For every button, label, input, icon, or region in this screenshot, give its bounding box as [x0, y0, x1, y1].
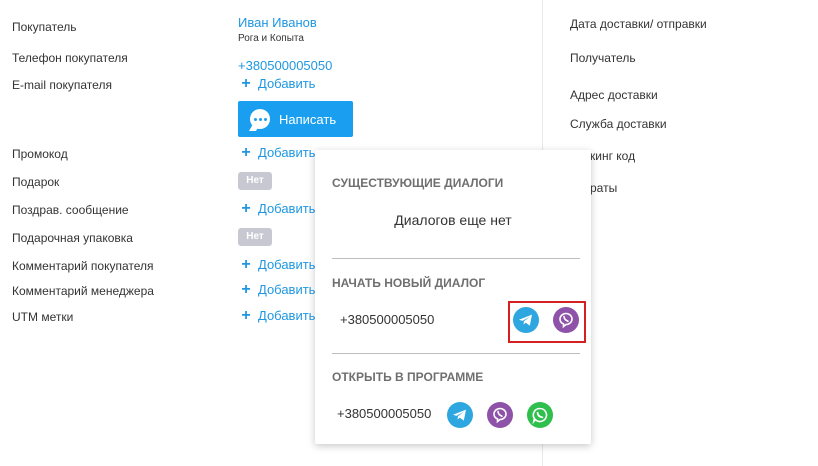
add-label: Добавить — [258, 145, 316, 160]
write-button-label: Написать — [279, 111, 337, 127]
label-recipient: Получатель — [570, 51, 636, 65]
add-label: Добавить — [258, 201, 316, 216]
plus-icon: + — [241, 306, 251, 324]
label-delivery-date: Дата доставки/ отправки — [570, 17, 707, 31]
existing-dialogs-title: СУЩЕСТВУЮЩИЕ ДИАЛОГИ — [332, 176, 504, 190]
label-costs: раты — [590, 181, 618, 195]
messenger-popup: СУЩЕСТВУЮЩИЕ ДИАЛОГИ Диалогов еще нет НА… — [315, 150, 591, 444]
add-promocode-button[interactable]: + Добавить — [238, 143, 316, 161]
add-email-button[interactable]: + Добавить — [238, 74, 316, 92]
plus-icon: + — [241, 280, 251, 298]
plus-icon: + — [241, 143, 251, 161]
write-button[interactable]: Написать — [238, 101, 353, 137]
label-buyer-email: E-mail покупателя — [12, 78, 112, 92]
buyer-name-link[interactable]: Иван Иванов — [238, 15, 317, 30]
label-delivery-address: Адрес доставки — [570, 88, 658, 102]
new-dialog-messengers-highlight — [508, 301, 586, 343]
whatsapp-icon[interactable] — [527, 402, 553, 428]
plus-icon: + — [241, 199, 251, 217]
label-delivery-service: Служба доставки — [570, 117, 667, 131]
label-gift-wrap: Подарочная упаковка — [12, 231, 133, 245]
add-label: Добавить — [258, 308, 316, 323]
open-in-app-phone: +380500005050 — [337, 406, 432, 421]
label-tracking-code: кинг код — [590, 149, 636, 163]
new-dialog-title: НАЧАТЬ НОВЫЙ ДИАЛОГ — [332, 276, 486, 290]
add-utm-button[interactable]: + Добавить — [238, 306, 316, 324]
label-utm: UTM метки — [12, 310, 74, 324]
label-buyer-comment: Комментарий покупателя — [12, 259, 154, 273]
add-buyer-comment-button[interactable]: + Добавить — [238, 255, 316, 273]
gift-status-badge[interactable]: Нет — [238, 172, 272, 190]
label-gift: Подарок — [12, 175, 60, 189]
label-promocode: Промокод — [12, 147, 68, 161]
popup-divider — [332, 258, 580, 259]
add-label: Добавить — [258, 282, 316, 297]
plus-icon: + — [241, 255, 251, 273]
label-manager-comment: Комментарий менеджера — [12, 284, 154, 298]
plus-icon: + — [241, 74, 251, 92]
buyer-phone-link[interactable]: +380500005050 — [238, 58, 332, 73]
viber-icon[interactable] — [487, 402, 513, 428]
buyer-company: Рога и Копыта — [238, 33, 304, 44]
label-buyer-phone: Телефон покупателя — [12, 51, 128, 65]
chat-bubble-icon — [250, 109, 270, 129]
gift-wrap-status-badge[interactable]: Нет — [238, 228, 272, 246]
add-label: Добавить — [258, 76, 316, 91]
telegram-icon[interactable] — [447, 402, 473, 428]
label-greeting: Поздрав. сообщение — [12, 203, 129, 217]
add-label: Добавить — [258, 257, 316, 272]
open-in-app-title: ОТКРЫТЬ В ПРОГРАММЕ — [332, 370, 484, 384]
label-buyer: Покупатель — [12, 20, 77, 34]
popup-divider — [332, 353, 580, 354]
add-manager-comment-button[interactable]: + Добавить — [238, 280, 316, 298]
no-dialogs-text: Диалогов еще нет — [394, 212, 512, 228]
add-greeting-button[interactable]: + Добавить — [238, 199, 316, 217]
new-dialog-phone: +380500005050 — [340, 312, 435, 327]
